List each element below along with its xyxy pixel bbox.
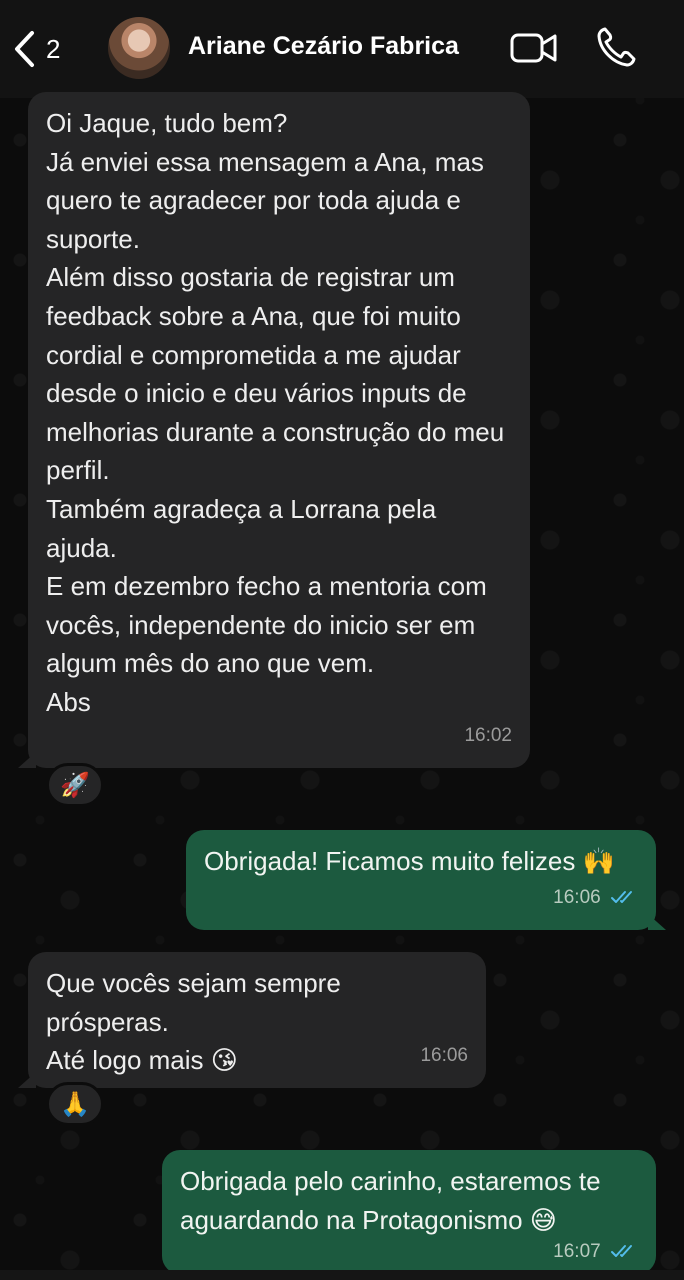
message-time: 16:06 [553, 879, 638, 918]
unread-count: 2 [46, 33, 61, 64]
message-bubble-outgoing[interactable]: Obrigada! Ficamos muito felizes 🙌 16:06 [186, 830, 656, 930]
message-time: 16:07 [553, 1233, 638, 1272]
bubble-tail [18, 752, 36, 768]
message-text: Obrigada! Ficamos muito felizes 🙌 [204, 846, 615, 876]
rocket-emoji: 🚀 [60, 771, 90, 799]
reaction-badge[interactable]: 🚀 [46, 763, 104, 807]
message-text: Obrigada pelo carinho, estaremos te agua… [180, 1166, 601, 1235]
message-time: 16:06 [420, 1045, 468, 1067]
video-call-icon[interactable] [510, 30, 558, 66]
read-receipt-icon [611, 891, 632, 904]
message-time-label: 16:06 [553, 887, 601, 909]
read-receipt-icon [611, 1245, 632, 1258]
avatar[interactable] [108, 17, 170, 79]
message-text: Oi Jaque, tudo bem? Já enviei essa mensa… [46, 108, 505, 717]
chevron-left-icon [15, 31, 34, 67]
message-time-label: 16:07 [553, 1241, 601, 1263]
message-bubble-outgoing[interactable]: Obrigada pelo carinho, estaremos te agua… [162, 1150, 656, 1274]
message-text: Que vocês sejam sempre prósperas. Até lo… [46, 968, 341, 1076]
bubble-tail [648, 914, 666, 930]
composer-bar-edge [0, 1270, 684, 1280]
message-bubble-incoming[interactable]: Que vocês sejam sempre prósperas. Até lo… [28, 952, 486, 1088]
reaction-badge[interactable]: 🙏 [46, 1082, 104, 1126]
chat-header: 2 Ariane Cezário Fabrica [0, 0, 684, 98]
message-bubble-incoming[interactable]: Oi Jaque, tudo bem? Já enviei essa mensa… [28, 92, 530, 768]
phone-call-icon[interactable] [596, 26, 636, 68]
contact-name[interactable]: Ariane Cezário Fabrica [188, 32, 459, 61]
back-button[interactable]: 2 [12, 28, 60, 70]
folded-hands-emoji: 🙏 [60, 1090, 90, 1118]
bubble-tail [18, 1072, 36, 1088]
message-time: 16:02 [464, 725, 512, 747]
